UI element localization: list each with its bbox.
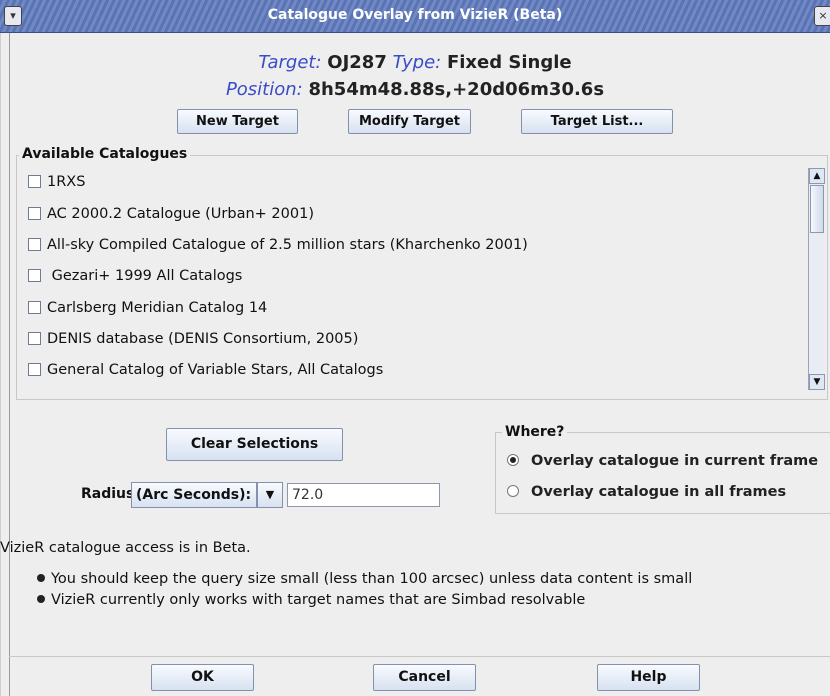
note-bullet: You should keep the query size small (le… — [37, 571, 692, 587]
title-bar[interactable]: ▾ Catalogue Overlay from VizieR (Beta) × — [0, 0, 830, 33]
checkbox[interactable] — [28, 301, 41, 314]
target-line: Target: OJ287 Type: Fixed Single — [0, 52, 830, 73]
window-title: Catalogue Overlay from VizieR (Beta) — [267, 7, 563, 23]
catalogue-label: Carlsberg Meridian Catalog 14 — [47, 300, 268, 316]
checkbox[interactable] — [28, 269, 41, 282]
dialog-window: ▾ Catalogue Overlay from VizieR (Beta) ×… — [0, 0, 830, 696]
list-item[interactable]: Carlsberg Meridian Catalog 14 — [28, 297, 267, 319]
note-bullet: VizieR currently only works with target … — [37, 592, 585, 608]
ok-button[interactable]: OK — [151, 664, 254, 691]
radio-option[interactable]: Overlay catalogue in current frame — [507, 453, 818, 469]
checkbox[interactable] — [28, 238, 41, 251]
radio-button[interactable] — [507, 454, 519, 466]
catalogue-label: AC 2000.2 Catalogue (Urban+ 2001) — [47, 206, 314, 222]
scroll-thumb[interactable] — [810, 185, 824, 233]
radius-units-select[interactable]: (Arc Seconds): — [131, 482, 257, 508]
new-target-button[interactable]: New Target — [177, 109, 298, 134]
where-title: Where? — [502, 424, 568, 440]
list-item[interactable]: 1RXS — [28, 171, 85, 193]
catalogue-list[interactable]: 1RXS AC 2000.2 Catalogue (Urban+ 2001) A… — [22, 168, 806, 390]
catalogue-label: Gezari+ 1999 All Catalogs — [47, 268, 243, 284]
cancel-button[interactable]: Cancel — [373, 664, 476, 691]
catalogue-label: DENIS database (DENIS Consortium, 2005) — [47, 331, 359, 347]
modify-target-button[interactable]: Modify Target — [348, 109, 471, 134]
footer-divider — [9, 656, 830, 657]
type-value: Fixed Single — [446, 52, 572, 73]
list-item[interactable]: AC 2000.2 Catalogue (Urban+ 2001) — [28, 203, 314, 225]
catalogue-label: 1RXS — [47, 174, 86, 190]
clear-selections-button[interactable]: Clear Selections — [166, 428, 343, 461]
catalogue-label: All-sky Compiled Catalogue of 2.5 millio… — [47, 237, 528, 253]
bullet-icon — [37, 595, 45, 603]
window-frame-edge — [9, 32, 10, 696]
catalogue-label: General Catalog of Variable Stars, All C… — [47, 362, 384, 378]
beta-notice: VizieR catalogue access is in Beta. — [0, 540, 251, 556]
list-item[interactable]: All-sky Compiled Catalogue of 2.5 millio… — [28, 234, 528, 256]
window-frame-edge — [0, 32, 1, 696]
where-group — [495, 432, 830, 514]
target-list-button[interactable]: Target List... — [521, 109, 673, 134]
radio-button[interactable] — [507, 485, 519, 497]
radio-label: Overlay catalogue in all frames — [531, 484, 787, 500]
target-label: Target: — [258, 52, 322, 73]
checkbox[interactable] — [28, 332, 41, 345]
radius-units-value: (Arc Seconds): — [136, 487, 252, 503]
checkbox[interactable] — [28, 175, 41, 188]
radius-label: Radius — [81, 486, 135, 502]
target-value: OJ287 — [327, 52, 387, 73]
help-button[interactable]: Help — [597, 664, 700, 691]
list-item[interactable]: Gezari+ 1999 All Catalogs — [28, 265, 242, 287]
close-icon[interactable]: × — [814, 6, 830, 26]
position-label: Position: — [225, 79, 303, 100]
note-text: VizieR currently only works with target … — [51, 592, 586, 608]
radio-option[interactable]: Overlay catalogue in all frames — [507, 484, 786, 500]
bullet-icon — [37, 574, 45, 582]
position-value: 8h54m48.88s,+20d06m30.6s — [308, 79, 605, 100]
list-item[interactable]: General Catalog of Variable Stars, All C… — [28, 359, 383, 381]
scroll-down-icon[interactable]: ▼ — [809, 374, 825, 390]
checkbox[interactable] — [28, 363, 41, 376]
chevron-down-icon[interactable]: ▼ — [257, 482, 283, 508]
catalogue-scrollbar[interactable]: ▲ ▼ — [808, 168, 825, 390]
checkbox[interactable] — [28, 207, 41, 220]
available-catalogues-title: Available Catalogues — [19, 146, 191, 162]
radio-label: Overlay catalogue in current frame — [531, 453, 819, 469]
note-text: You should keep the query size small (le… — [51, 571, 693, 587]
scroll-up-icon[interactable]: ▲ — [809, 168, 825, 184]
position-line: Position: 8h54m48.88s,+20d06m30.6s — [0, 79, 830, 100]
radius-input[interactable]: 72.0 — [287, 483, 440, 507]
type-label: Type: — [392, 52, 442, 73]
list-item[interactable]: DENIS database (DENIS Consortium, 2005) — [28, 328, 358, 350]
